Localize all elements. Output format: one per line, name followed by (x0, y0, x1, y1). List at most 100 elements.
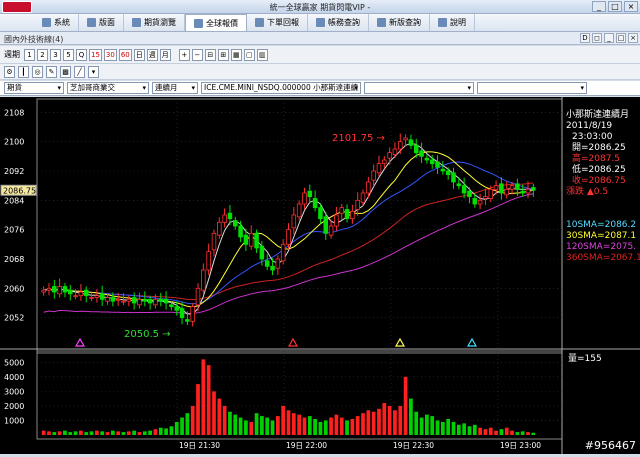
candle-body (392, 148, 398, 155)
panel-maximize-icon[interactable]: □ (616, 33, 626, 43)
candle-body (211, 232, 217, 251)
volume-bar (201, 359, 206, 435)
settings-icon[interactable]: ⚙ (4, 65, 15, 78)
panel-restore-icon[interactable]: ◻ (592, 33, 602, 43)
category-select[interactable]: 期貨 (4, 82, 64, 94)
period-day-button[interactable]: 日 (133, 48, 145, 61)
candle-body (445, 170, 451, 176)
close-button[interactable]: × (624, 1, 638, 12)
dropdown-icon[interactable]: ▾ (88, 65, 99, 78)
candle-body (403, 137, 408, 141)
volume-bar (291, 413, 296, 435)
quote-info-panel: 小那斯達連續月 2011/8/19 23:03:00 開=2086.25 高=2… (566, 110, 640, 264)
candle-body (376, 163, 382, 174)
volume-bar (366, 410, 371, 435)
candle-body (360, 192, 366, 203)
candle-body (366, 181, 371, 194)
info-symbol: 小那斯達連續月 (566, 110, 630, 120)
menu-label: 版面 (99, 18, 115, 27)
palette-icon[interactable]: ▩ (60, 65, 71, 78)
candle-body (355, 199, 360, 210)
panel-dock-icon[interactable]: D (580, 33, 590, 43)
candle-body (461, 185, 467, 194)
volume-bar (350, 419, 355, 435)
period-60-button[interactable]: 60 (118, 48, 132, 61)
zoom-in-icon[interactable]: + (178, 48, 190, 61)
candle-body (158, 298, 164, 302)
info-date: 2011/8/19 (566, 121, 613, 131)
chart-area[interactable]: 2108 2100 2092 2084 2076 2068 2060 2052 2086.75 5… (0, 97, 640, 454)
candle-body (264, 260, 270, 267)
volume-bar (100, 431, 105, 435)
volume-tick-label: 2000 (4, 402, 24, 411)
current-price-tag: 2086.75 (3, 186, 36, 195)
menu-item-futures-browse[interactable]: 期貨瀏覽 (124, 14, 185, 31)
extra2-select[interactable] (477, 82, 587, 94)
maximize-button[interactable]: □ (608, 1, 622, 12)
info-time: 23:03:00 (572, 132, 613, 142)
drawing-icon[interactable]: ✎ (46, 65, 57, 78)
menu-item-order[interactable]: 下單回報 (247, 14, 308, 31)
volume-bar (414, 411, 419, 435)
menu-item-help[interactable]: 說明 (430, 14, 475, 31)
candle-body (243, 234, 249, 245)
contract-select[interactable]: 連續月 (152, 82, 198, 94)
exchange-select[interactable]: 芝加哥商業交 (67, 82, 149, 94)
volume-bar (286, 410, 291, 435)
period-month-button[interactable]: 月 (159, 48, 171, 61)
double-layout-icon[interactable]: ▥ (256, 48, 268, 61)
candle-body (137, 298, 142, 306)
volume-bar (531, 432, 536, 435)
panel-minimize-icon[interactable]: _ (604, 33, 614, 43)
watermark: #956467 (584, 439, 636, 452)
menu-item-system[interactable]: 系統 (34, 14, 79, 31)
volume-bar (217, 398, 222, 435)
price-tick-label: 2068 (4, 255, 24, 264)
volume-bar (323, 420, 328, 435)
candlestick-chart[interactable]: 2108 2100 2092 2084 2076 2068 2060 2052 2086.75 5… (0, 97, 640, 454)
zoom-out-icon[interactable]: − (191, 48, 203, 61)
menu-label: 下單回報 (267, 18, 299, 27)
volume-bar (137, 432, 142, 435)
indicator-icon[interactable]: ◎ (32, 65, 43, 78)
period-3-button[interactable]: 3 (50, 48, 61, 61)
period-5-button[interactable]: 5 (63, 48, 74, 61)
candle-body (46, 287, 52, 291)
volume-bar (499, 429, 504, 435)
menu-item-global-quote[interactable]: 全球報價 (185, 14, 247, 31)
menu-item-new-query[interactable]: 新版查詢 (369, 14, 430, 31)
period-week-button[interactable]: 週 (146, 48, 158, 61)
volume-bar (249, 421, 254, 435)
period-1-button[interactable]: 1 (24, 48, 35, 61)
info-change-label: 漲跌 (566, 187, 585, 197)
line-chart-icon[interactable]: ╱ (74, 65, 85, 78)
candle-body (174, 306, 179, 311)
volume-tick-label: 5000 (4, 358, 24, 367)
candlestick-icon[interactable]: ┃ (18, 65, 29, 78)
symbol-select[interactable]: ICE.CME.MINI_NSDQ.000000 小那斯達連續 (201, 82, 361, 94)
grid-icon[interactable]: ▦ (230, 48, 242, 61)
period-15-button[interactable]: 15 (89, 48, 102, 61)
split-horizontal-icon[interactable]: ⊟ (204, 48, 216, 61)
menu-item-layout[interactable]: 版面 (79, 14, 124, 31)
split-vertical-icon[interactable]: ⊞ (217, 48, 229, 61)
volume-bar (110, 430, 115, 435)
info-sma120: 120SMA=2075. (566, 242, 637, 252)
candle-body (472, 198, 478, 205)
volume-bar (472, 424, 477, 435)
single-layout-icon[interactable]: ▢ (243, 48, 255, 61)
minimize-button[interactable]: _ (592, 1, 606, 12)
volume-bar (478, 427, 482, 435)
period-q-button[interactable]: Q (76, 48, 87, 61)
extra-select[interactable] (364, 82, 474, 94)
candle-body (525, 188, 531, 194)
candle-body (110, 297, 116, 302)
menu-item-account[interactable]: 帳務查詢 (308, 14, 369, 31)
period-30-button[interactable]: 30 (103, 48, 117, 61)
quote-icon (194, 18, 203, 28)
panel-close-icon[interactable]: × (628, 33, 638, 43)
candle-body (83, 289, 89, 297)
volume-bar (169, 426, 174, 435)
period-2-button[interactable]: 2 (37, 48, 48, 61)
volume-bar (430, 416, 435, 435)
